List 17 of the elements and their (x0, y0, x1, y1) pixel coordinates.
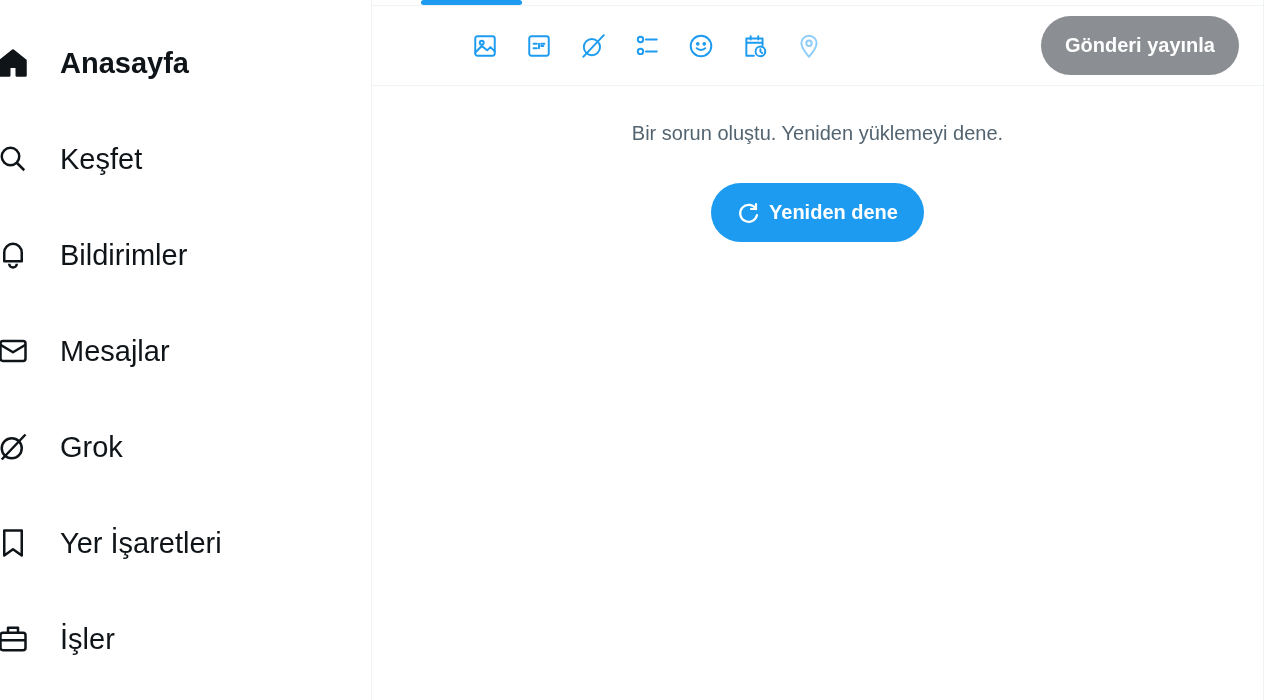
slashed-circle-icon[interactable] (580, 32, 606, 59)
nav-item[interactable]: Yer İşaretleri (0, 495, 371, 591)
nav-item[interactable]: Bildirimler (0, 207, 371, 303)
image-icon[interactable] (472, 32, 498, 59)
smiley-icon[interactable] (688, 32, 714, 59)
gif-icon[interactable] (526, 32, 552, 59)
slashed-circle-icon (0, 432, 28, 462)
home-icon (0, 48, 28, 78)
error-message: Bir sorun oluştu. Yeniden yüklemeyi dene. (631, 122, 1004, 145)
nav-item[interactable]: Mesajlar (0, 303, 371, 399)
nav-item[interactable]: Anasayfa (0, 15, 371, 111)
search-icon (0, 144, 28, 174)
briefcase-icon (0, 624, 28, 654)
nav-item[interactable]: Keşfet (0, 111, 371, 207)
nav-item[interactable]: Grok (0, 399, 371, 495)
nav-item[interactable]: İşler (0, 591, 371, 687)
calendar-clock-icon[interactable] (742, 32, 768, 59)
